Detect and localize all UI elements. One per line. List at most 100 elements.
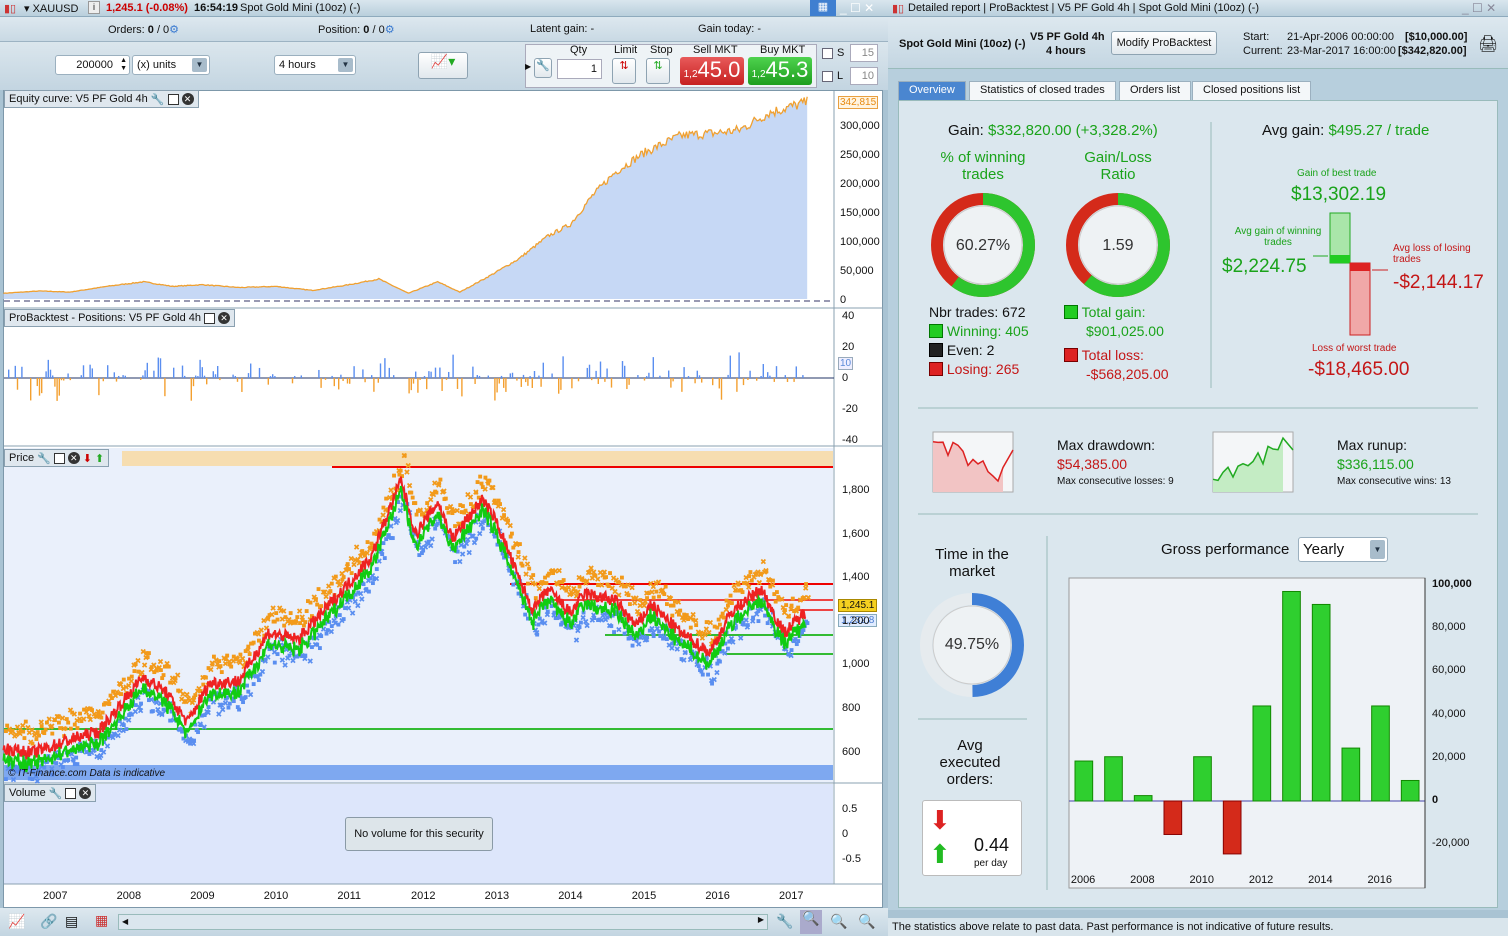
- start-date: 21-Apr-2006 00:00:00: [1287, 31, 1395, 43]
- short-position-bar: [793, 378, 795, 382]
- short-signal-marker: ■: [518, 540, 523, 549]
- short-signal-marker: ■: [147, 649, 152, 658]
- short-position-bar: [419, 378, 421, 380]
- short-position-bar: [610, 378, 613, 388]
- short-position-bar: [445, 378, 448, 380]
- tab-orders-list[interactable]: Orders list: [1119, 81, 1192, 100]
- close-icon[interactable]: ✕: [79, 787, 92, 799]
- bricks-icon[interactable]: ▦: [95, 912, 108, 929]
- short-position-bar: [516, 378, 518, 381]
- volume-title: Volume: [9, 787, 46, 799]
- notes-icon[interactable]: ▤: [65, 913, 78, 930]
- price-tick: 1,200: [842, 614, 870, 627]
- time-in-market-value: 49.75%: [944, 636, 1000, 653]
- long-signal-marker: ■: [139, 699, 144, 708]
- signal-strip-top: [122, 451, 833, 466]
- long-signal-marker: ✖: [307, 657, 314, 666]
- wrench-icon[interactable]: 🔧: [37, 452, 51, 465]
- long-position-bar: [159, 358, 162, 378]
- sell-arrow-icon[interactable]: ⬇: [83, 452, 92, 465]
- report-graphics: [918, 122, 1478, 890]
- equity-tick: 300,000: [840, 120, 880, 132]
- short-position-bar: [672, 378, 674, 382]
- maximize-icon[interactable]: [203, 312, 215, 324]
- tab-statistics[interactable]: Statistics of closed trades: [969, 81, 1116, 100]
- close-icon[interactable]: ✕: [217, 312, 230, 324]
- gross-bar-2008: [1133, 795, 1153, 802]
- short-position-bar: [786, 378, 789, 382]
- long-position-bar: [122, 375, 124, 378]
- print-icon[interactable]: 🖨: [1478, 34, 1498, 54]
- maximize-icon[interactable]: [167, 93, 179, 105]
- crumb: Spot Gold Mini (10oz) (-): [1138, 2, 1260, 14]
- long-position-bar: [201, 367, 203, 378]
- short-position-bar: [30, 378, 32, 401]
- zoom-out-icon[interactable]: 🔍: [830, 913, 847, 930]
- close-icon[interactable]: ✕: [67, 452, 80, 464]
- wrench-icon[interactable]: 🔧: [49, 787, 63, 800]
- link-icon[interactable]: 🔗: [40, 913, 57, 930]
- long-position-bar: [362, 369, 364, 378]
- short-position-bar: [164, 378, 166, 397]
- long-position-bar: [49, 369, 52, 378]
- long-signal-marker: ✖: [137, 707, 144, 716]
- equity-last-value: 342,815: [838, 96, 879, 109]
- ratio-value: 1.59: [1102, 237, 1134, 254]
- short-position-bar: [560, 378, 562, 390]
- short-position-bar: [540, 378, 542, 387]
- short-position-bar: [236, 378, 239, 382]
- long-position-bar: [107, 365, 109, 378]
- long-signal-marker: ■: [374, 565, 379, 574]
- chart-type-icon[interactable]: 📈: [8, 913, 25, 930]
- modify-probacktest-button[interactable]: Modify ProBacktest: [1111, 31, 1217, 55]
- long-position-bar: [14, 365, 16, 378]
- wrench-icon[interactable]: 🔧: [151, 93, 165, 106]
- short-position-bar: [342, 378, 344, 381]
- candles-icon: ▮▯: [892, 3, 905, 15]
- last-price-tag: 1,245.1: [838, 599, 878, 612]
- close-icon[interactable]: ✕: [181, 93, 194, 105]
- gross-x-tick: 2016: [1367, 874, 1392, 886]
- gross-x-tick: 2012: [1248, 874, 1274, 886]
- long-position-bar: [294, 376, 296, 378]
- period-select[interactable]: Yearly ▼: [1298, 537, 1388, 562]
- horizontal-scrollbar[interactable]: ◀ ▶: [118, 914, 768, 930]
- avg-win-label: Avg gain of winning trades: [1234, 226, 1322, 248]
- gross-y-tick: 20,000: [1432, 750, 1466, 763]
- runup-value: $336,115.00: [1337, 456, 1414, 472]
- short-signal-marker: ■: [771, 576, 776, 585]
- year-tick: 2007: [43, 890, 68, 902]
- red-swatch-icon: [929, 362, 943, 376]
- short-position-bar: [219, 378, 221, 381]
- wrench-icon[interactable]: 🔧: [776, 913, 793, 930]
- positions-tick: -20: [842, 403, 858, 415]
- long-position-bar: [181, 365, 184, 378]
- short-signal-marker: ■: [402, 451, 407, 460]
- long-signal-marker: ■: [317, 643, 322, 652]
- gross-bar-2012: [1252, 705, 1272, 802]
- short-position-bar: [520, 378, 522, 387]
- short-position-bar: [505, 378, 507, 392]
- worst-trade-label: Loss of worst trade: [1312, 343, 1397, 354]
- maximize-icon[interactable]: [53, 452, 65, 464]
- report-breadcrumb: Detailed report | ProBacktest | V5 PF Go…: [908, 2, 1260, 14]
- short-position-bar: [190, 378, 192, 401]
- year-tick: 2017: [779, 890, 804, 902]
- long-position-bar: [487, 375, 489, 378]
- window-controls[interactable]: _ ☐ ✕: [1462, 1, 1496, 15]
- short-position-bar: [41, 378, 43, 394]
- auto-zoom-icon[interactable]: 🔍: [800, 910, 822, 934]
- price-tick: 1,600: [842, 527, 870, 540]
- long-position-bar: [762, 364, 764, 378]
- tab-closed-positions[interactable]: Closed positions list: [1192, 81, 1312, 100]
- gross-bar-2016: [1371, 705, 1390, 802]
- long-position-bar: [153, 370, 155, 378]
- zoom-in-icon[interactable]: 🔍: [858, 913, 875, 930]
- tab-overview[interactable]: Overview: [898, 81, 966, 100]
- gross-performance-label: Gross performance: [1161, 541, 1290, 558]
- long-position-bar: [511, 372, 514, 378]
- short-signal-marker: ■: [50, 729, 55, 738]
- short-position-bar: [712, 378, 714, 386]
- maximize-icon[interactable]: [65, 787, 77, 799]
- buy-arrow-icon[interactable]: ⬆: [95, 452, 104, 465]
